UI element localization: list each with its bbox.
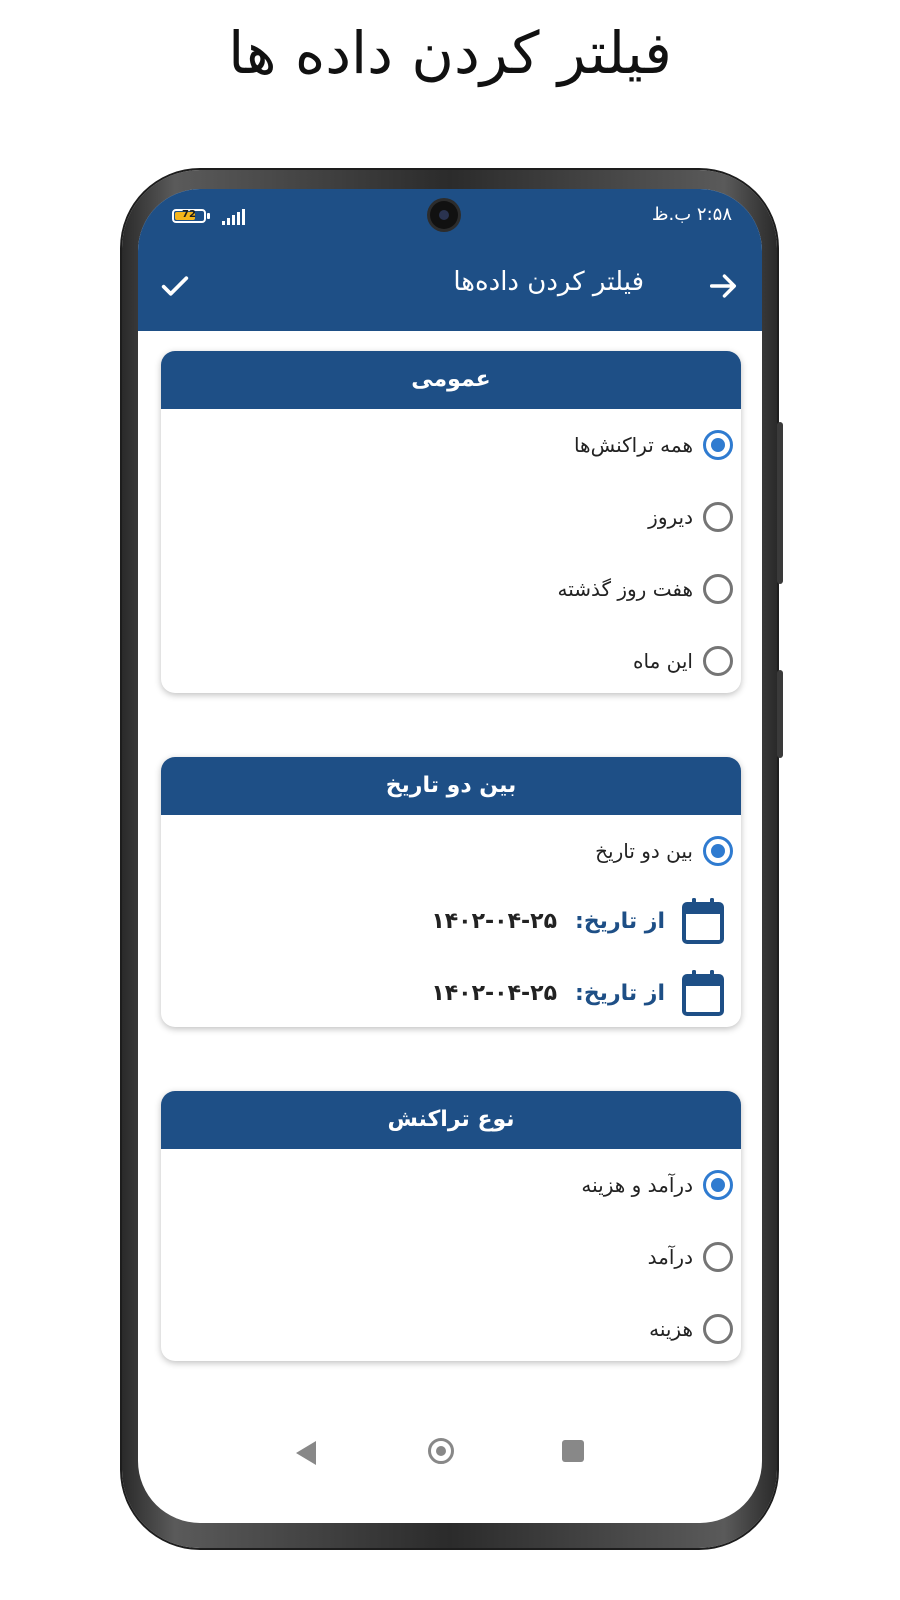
status-time: ۲:۵۸ ب.ظ <box>651 204 732 225</box>
option-income-and-expense[interactable]: درآمد و هزینه <box>581 1165 741 1205</box>
general-header: عمومی <box>161 351 741 409</box>
nav-home-icon[interactable] <box>428 1438 454 1464</box>
to-date-label: از تاریخ: <box>575 981 665 1006</box>
arrow-right-icon[interactable] <box>706 269 740 303</box>
radio-button[interactable] <box>703 574 733 604</box>
battery-icon: 72 <box>172 209 206 223</box>
radio-button[interactable] <box>703 1170 733 1200</box>
battery-level: 72 <box>182 209 196 220</box>
front-camera <box>430 201 458 229</box>
power-button <box>777 670 783 758</box>
general-card: عمومی همه تراکنش‌ها دیروز هفت روز گذشته … <box>161 351 741 693</box>
app-bar: فیلتر کردن داده‌ها <box>138 241 762 331</box>
radio-button[interactable] <box>703 430 733 460</box>
to-date-row[interactable]: از تاریخ: ۱۴۰۲-۰۴-۲۵ <box>161 969 741 1021</box>
check-icon[interactable] <box>158 269 192 303</box>
date-range-card: بین دو تاریخ بین دو تاریخ از تاریخ: ۱۴۰۲… <box>161 757 741 1027</box>
date-range-header: بین دو تاریخ <box>161 757 741 815</box>
radio-button[interactable] <box>703 1314 733 1344</box>
radio-button[interactable] <box>703 502 733 532</box>
option-this-month[interactable]: این ماه <box>633 641 741 681</box>
transaction-type-card: نوع تراکنش درآمد و هزینه درآمد هزینه <box>161 1091 741 1361</box>
promo-title: فیلتر کردن داده ها <box>228 19 672 87</box>
radio-button[interactable] <box>703 646 733 676</box>
from-date-row[interactable]: از تاریخ: ۱۴۰۲-۰۴-۲۵ <box>161 897 741 949</box>
to-date-value[interactable]: ۱۴۰۲-۰۴-۲۵ <box>431 981 557 1006</box>
transaction-type-header: نوع تراکنش <box>161 1091 741 1149</box>
page-title: فیلتر کردن داده‌ها <box>453 267 644 297</box>
volume-button <box>777 422 783 584</box>
option-all-transactions[interactable]: همه تراکنش‌ها <box>574 425 741 465</box>
calendar-icon[interactable] <box>681 969 725 1017</box>
from-date-label: از تاریخ: <box>575 909 665 934</box>
nav-recent-apps-icon[interactable] <box>562 1440 584 1462</box>
option-expense[interactable]: هزینه <box>649 1309 741 1349</box>
option-between-two-dates[interactable]: بین دو تاریخ <box>595 831 741 871</box>
radio-button[interactable] <box>703 1242 733 1272</box>
option-yesterday[interactable]: دیروز <box>648 497 741 537</box>
nav-back-icon[interactable] <box>296 1441 316 1465</box>
status-bar: 72 ۲:۵۸ ب.ظ <box>138 189 762 241</box>
from-date-value[interactable]: ۱۴۰۲-۰۴-۲۵ <box>431 909 557 934</box>
calendar-icon[interactable] <box>681 897 725 945</box>
phone-screen: 72 ۲:۵۸ ب.ظ فیلتر کردن داده‌ها عمومی همه… <box>138 189 762 1523</box>
navigation-bar <box>138 1429 762 1479</box>
radio-button[interactable] <box>703 836 733 866</box>
option-last-seven-days[interactable]: هفت روز گذشته <box>557 569 741 609</box>
option-income[interactable]: درآمد <box>648 1237 741 1277</box>
signal-icon <box>222 209 250 225</box>
